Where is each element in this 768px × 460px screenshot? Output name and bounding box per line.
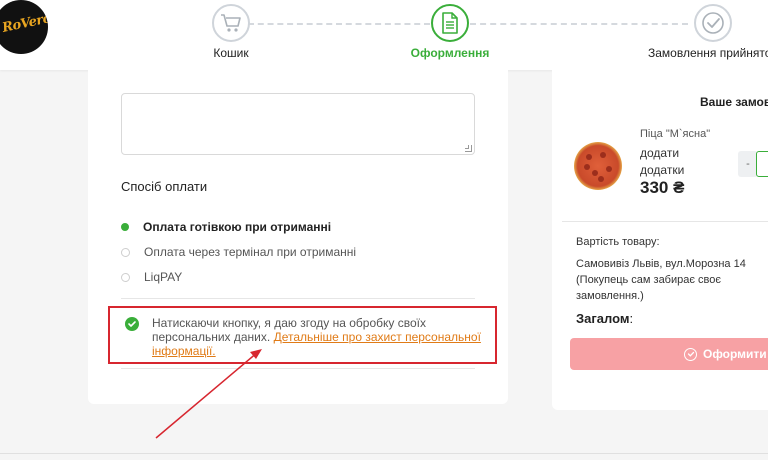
pickup-info: Самовивіз Львів, вул.Морозна 14 (Покупец… — [576, 258, 746, 302]
total-colon: : — [629, 311, 634, 326]
radio-unchecked[interactable] — [121, 272, 130, 282]
check-circle-icon — [694, 4, 732, 42]
total-label: Загалом — [576, 311, 630, 326]
payment-option-cash[interactable]: Оплата готівкою при отриманні — [121, 220, 331, 234]
step-cart[interactable]: Кошик — [206, 4, 256, 60]
cost-label: Вартість товару: — [576, 236, 660, 248]
step-checkout: Оформлення — [410, 4, 490, 60]
step-label: Оформлення — [410, 46, 490, 60]
add-extras-link[interactable]: додатки — [640, 163, 684, 177]
logo-text: RoVero — [0, 11, 48, 36]
comment-textarea[interactable] — [121, 93, 475, 155]
payment-option-label: Оплата готівкою при отриманні — [143, 220, 332, 234]
logo[interactable]: RoVero — [0, 0, 48, 54]
payment-option-terminal[interactable]: Оплата через термінал при отриманні — [121, 245, 356, 259]
step-label: Кошик — [213, 46, 249, 60]
step-accepted: Замовлення прийнято — [648, 4, 768, 60]
step-connector — [248, 23, 430, 25]
item-price: 330 ₴ — [640, 178, 685, 197]
resize-handle[interactable] — [465, 145, 472, 152]
divider — [121, 298, 475, 299]
document-icon — [431, 4, 469, 42]
payment-option-liqpay[interactable]: LiqPAY — [121, 270, 182, 284]
annotation-arrow — [155, 349, 262, 439]
item-name: Піца "М`ясна" — [640, 128, 711, 140]
add-extras-link[interactable]: додати — [640, 146, 679, 160]
check-icon — [684, 347, 697, 361]
order-title: Ваше замов — [700, 95, 768, 109]
radio-checked[interactable] — [121, 223, 129, 231]
check-icon[interactable] — [125, 317, 139, 331]
qty-minus-button[interactable]: - — [738, 151, 758, 177]
payment-option-label: LiqPAY — [144, 270, 183, 284]
qty-input[interactable] — [756, 151, 768, 177]
pizza-image — [574, 142, 622, 190]
step-label: Замовлення прийнято — [648, 46, 768, 60]
page-divider — [0, 453, 768, 454]
payment-title: Спосіб оплати — [121, 179, 208, 194]
radio-unchecked[interactable] — [121, 247, 130, 257]
divider — [562, 221, 768, 222]
total-row: Загалом: — [576, 311, 633, 326]
submit-order-button[interactable]: Оформити за — [570, 338, 768, 370]
checkout-header: RoVero Кошик Оформлення Замовлення прийн… — [0, 0, 768, 70]
cart-icon — [212, 4, 250, 42]
order-summary: Ваше замов Піца "М`ясна" додати додатки … — [552, 70, 768, 410]
payment-option-label: Оплата через термінал при отриманні — [144, 245, 357, 259]
submit-label: Оформити за — [703, 347, 768, 361]
